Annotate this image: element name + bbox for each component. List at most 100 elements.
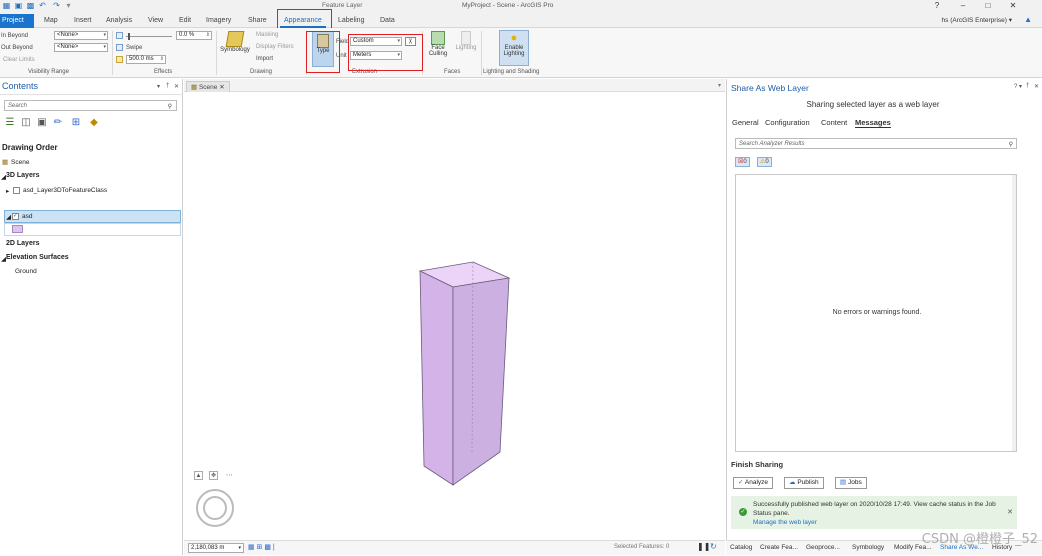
- tab-insert[interactable]: Insert: [70, 14, 96, 28]
- close-icon[interactable]: ✕: [219, 84, 224, 91]
- save-icon[interactable]: ▩: [26, 1, 35, 10]
- collapse-icon[interactable]: ◢: [6, 213, 11, 221]
- scale-input[interactable]: 2,180,083 m ▾: [188, 543, 244, 553]
- tab-share[interactable]: Share: [244, 14, 271, 28]
- contents-search-input[interactable]: Search ⚲: [4, 100, 177, 111]
- tree-item-elevation-surfaces[interactable]: Elevation Surfaces: [6, 254, 69, 261]
- pin-icon[interactable]: †: [1026, 83, 1029, 89]
- warnings-filter-button[interactable]: ⚠0: [757, 157, 772, 167]
- close-icon[interactable]: ✕: [1034, 83, 1039, 90]
- masking-button[interactable]: Masking: [256, 32, 278, 38]
- tree-item-2d-layers[interactable]: 2D Layers: [6, 240, 39, 247]
- tab-geoprocessing[interactable]: Geoproce...: [806, 544, 840, 551]
- list-by-snapping-icon[interactable]: ⊞: [70, 117, 82, 129]
- jobs-button[interactable]: ▤ Jobs: [835, 477, 867, 489]
- highlight-extrusion-fields: [348, 34, 423, 71]
- new-project-icon[interactable]: ▣: [14, 1, 23, 10]
- transparency-input[interactable]: 0.0 % ⇕: [176, 31, 212, 40]
- tab-analysis[interactable]: Analysis: [102, 14, 136, 28]
- help-button[interactable]: ?: [928, 0, 946, 12]
- in-beyond-combo[interactable]: <None> ▾: [54, 31, 108, 40]
- tree-item-asd-row[interactable]: ◢ ✓ asd: [4, 210, 181, 223]
- full-control-icon[interactable]: ✥: [208, 471, 218, 480]
- pane-options-icon[interactable]: ▾: [157, 83, 160, 90]
- messages-list[interactable]: No errors or warnings found.: [735, 174, 1017, 452]
- tab-edit[interactable]: Edit: [175, 14, 195, 28]
- symbology-button[interactable]: Symbology: [218, 31, 252, 53]
- tab-general[interactable]: General: [732, 118, 759, 127]
- errors-filter-button[interactable]: ☒0: [735, 157, 750, 167]
- layer-symbol-swatch[interactable]: [12, 225, 23, 233]
- redo-icon[interactable]: ↷: [52, 1, 61, 10]
- list-by-editing-icon[interactable]: ✏: [52, 117, 64, 129]
- tab-messages[interactable]: Messages: [855, 118, 891, 128]
- chevron-down-icon: ▾: [103, 44, 106, 50]
- search-icon: ⚲: [167, 104, 172, 110]
- tab-project[interactable]: Project: [0, 14, 34, 28]
- pause-drawing-icon[interactable]: ❚❚: [697, 542, 710, 551]
- out-beyond-combo[interactable]: <None> ▾: [54, 43, 108, 52]
- list-by-labeling-icon[interactable]: ◆: [88, 117, 100, 129]
- layer-visibility-checkbox[interactable]: [13, 187, 20, 194]
- tab-list-dropdown-icon[interactable]: ▾: [718, 82, 721, 89]
- tree-item-ground[interactable]: Ground: [15, 268, 37, 275]
- display-filters-button[interactable]: Display Filters: [256, 44, 294, 50]
- tree-item-layer3d[interactable]: asd_Layer3DToFeatureClass: [23, 187, 107, 194]
- close-icon[interactable]: ✕: [174, 83, 179, 90]
- quick-access-dropdown-icon[interactable]: ▾: [64, 1, 73, 10]
- tab-configuration[interactable]: Configuration: [765, 118, 810, 127]
- refresh-icon[interactable]: ↻: [710, 542, 717, 551]
- tab-data[interactable]: Data: [376, 14, 399, 28]
- face-culling-button[interactable]: Face Culling: [425, 31, 451, 57]
- tab-map[interactable]: Map: [40, 14, 62, 28]
- enable-lighting-button[interactable]: ● Enable Lighting: [499, 30, 529, 66]
- navigator-controls: ▲ ✥ ⋯: [194, 471, 233, 480]
- tree-item-asd[interactable]: asd: [22, 213, 32, 220]
- tab-catalog[interactable]: Catalog: [730, 544, 752, 551]
- tab-labeling[interactable]: Labeling: [334, 14, 368, 28]
- swipe-button[interactable]: Swipe: [126, 45, 142, 51]
- flicker-rate-input[interactable]: 500.0 ms ⇕: [126, 55, 166, 64]
- close-window-button[interactable]: ✕: [1004, 0, 1022, 12]
- clear-limits-button[interactable]: Clear Limits: [3, 57, 35, 63]
- minimize-button[interactable]: –: [954, 0, 972, 12]
- pane-options-icon[interactable]: ? ▾: [1014, 83, 1022, 90]
- analyzer-search-input[interactable]: Search Analyzer Results ⚲: [735, 138, 1017, 149]
- navigator-inner-ring[interactable]: [203, 496, 227, 520]
- pin-icon[interactable]: †: [166, 83, 169, 89]
- transparency-slider[interactable]: [126, 36, 172, 37]
- publish-button[interactable]: ☁ Publish: [784, 477, 824, 489]
- scene-view[interactable]: ▲ ✥ ⋯: [184, 92, 725, 540]
- scene-status-icons[interactable]: ▦ ⊞ ▩ |: [248, 543, 275, 551]
- messages-scrollbar[interactable]: [1012, 175, 1016, 451]
- asd-visibility-checkbox[interactable]: ✓: [12, 213, 19, 220]
- list-by-selection-icon[interactable]: ▣: [36, 117, 48, 129]
- slider-thumb[interactable]: [128, 33, 130, 40]
- tree-item-3d-layers[interactable]: 3D Layers: [6, 172, 39, 179]
- in-beyond-value: <None>: [57, 32, 79, 38]
- tab-scene[interactable]: ▦ Scene ✕: [186, 81, 230, 92]
- maximize-button[interactable]: □: [979, 0, 997, 12]
- manage-web-layer-link[interactable]: Manage the web layer: [753, 519, 817, 526]
- tab-symbology[interactable]: Symbology: [852, 544, 884, 551]
- close-icon[interactable]: ✕: [1007, 508, 1013, 516]
- tree-item-scene[interactable]: Scene: [11, 159, 29, 166]
- flicker-value: 500.0 ms: [129, 56, 154, 62]
- collapse-navigator-icon[interactable]: ▲: [194, 471, 203, 480]
- tab-content[interactable]: Content: [821, 118, 847, 127]
- notifications-icon[interactable]: ▲: [1024, 15, 1032, 24]
- app-icon: ▦: [2, 1, 11, 10]
- tab-create-features[interactable]: Create Fea...: [760, 544, 798, 551]
- list-by-drawing-order-icon[interactable]: ☰: [4, 117, 16, 129]
- list-by-data-source-icon[interactable]: ◫: [20, 117, 32, 129]
- import-button[interactable]: Import: [256, 56, 273, 62]
- tab-imagery[interactable]: Imagery: [202, 14, 235, 28]
- analyze-button[interactable]: ✓ Analyze: [733, 477, 774, 489]
- user-account[interactable]: hs (ArcGIS Enterprise) ▾: [942, 16, 1012, 24]
- heading-icon[interactable]: ⋯: [226, 472, 233, 479]
- undo-icon[interactable]: ↶: [38, 1, 47, 10]
- tab-view[interactable]: View: [144, 14, 167, 28]
- lighting-button[interactable]: Lighting: [453, 31, 479, 51]
- scene-canvas[interactable]: [184, 92, 725, 540]
- expand-icon[interactable]: ▸: [6, 187, 9, 195]
